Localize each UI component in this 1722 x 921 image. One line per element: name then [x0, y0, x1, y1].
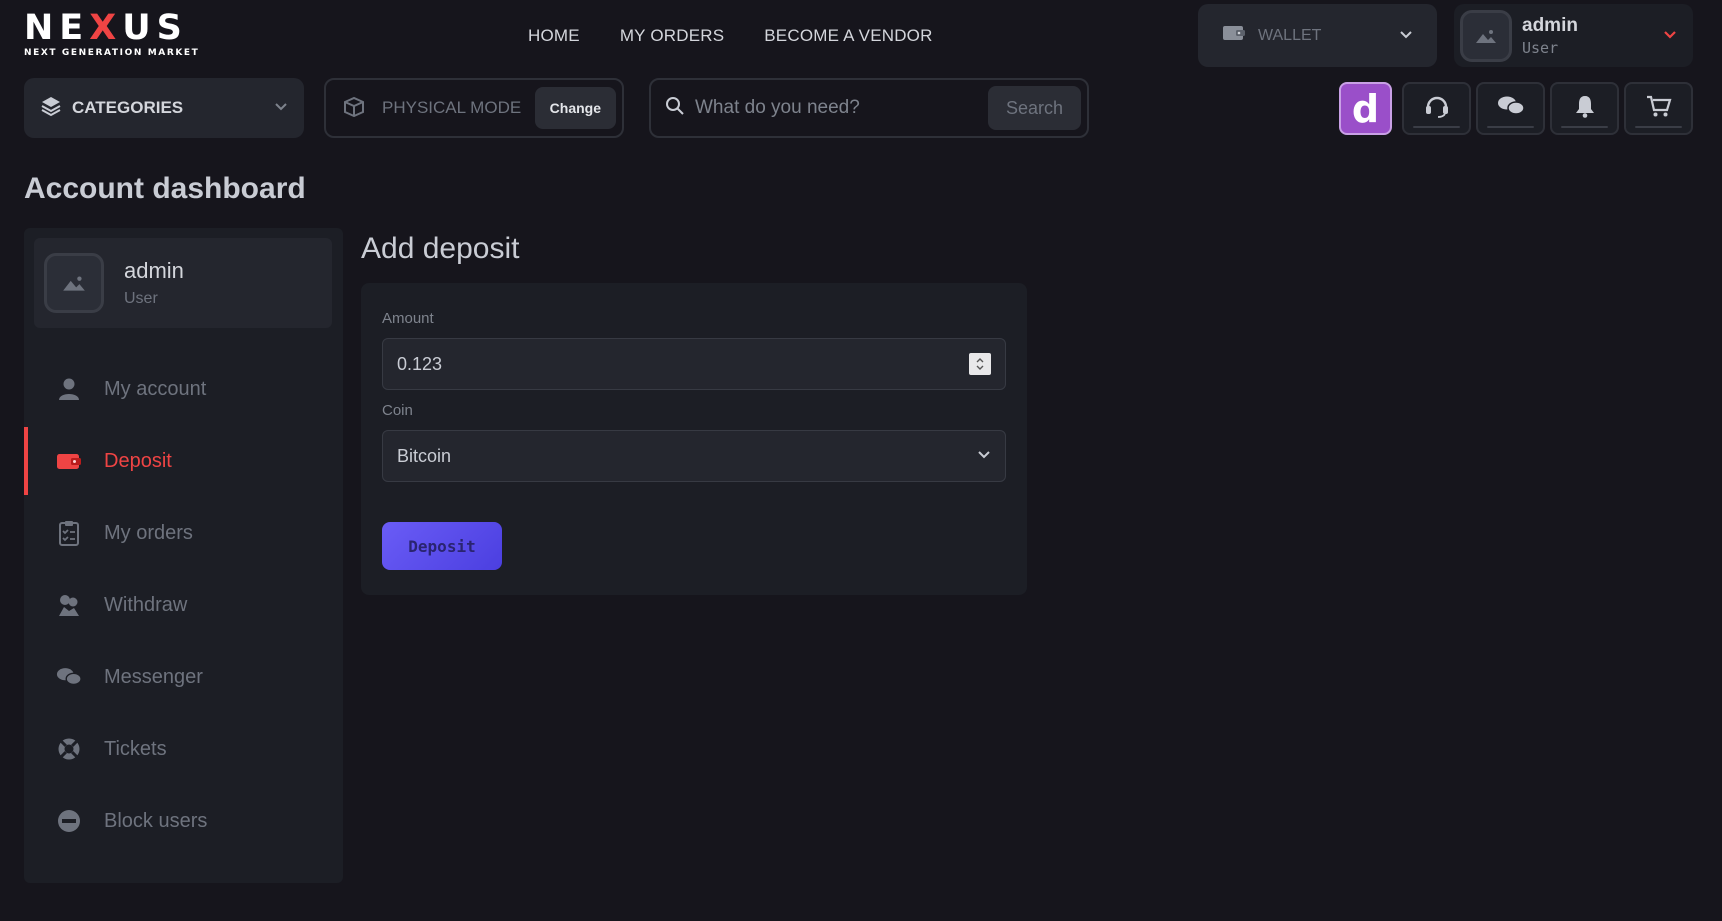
image-placeholder-icon — [63, 276, 85, 291]
sidebar-item-withdraw[interactable]: Withdraw — [24, 569, 343, 641]
amount-label: Amount — [382, 310, 434, 327]
sidebar-item-label: Messenger — [104, 665, 203, 688]
user-icon — [56, 376, 82, 402]
search-bar: Search — [649, 78, 1089, 138]
mode-label: PHYSICAL MODE — [382, 98, 522, 117]
coin-select[interactable]: Bitcoin — [382, 430, 1006, 482]
deposit-button[interactable]: Deposit — [382, 522, 502, 570]
sidebar-item-label: Tickets — [104, 737, 167, 760]
sidebar-profile: admin User — [34, 238, 332, 328]
logo[interactable]: NEXUS NEXT GENERATION MARKET — [24, 10, 229, 58]
sidebar-item-label: Withdraw — [104, 593, 188, 616]
coin-value: Bitcoin — [397, 445, 452, 466]
chat-icon — [1497, 95, 1525, 122]
avatar — [1460, 9, 1512, 62]
layers-icon — [40, 95, 62, 122]
user-menu[interactable]: admin User — [1454, 4, 1693, 67]
deposit-title: Add deposit — [361, 232, 520, 265]
support-button[interactable] — [1402, 82, 1471, 135]
sidebar-item-block-users[interactable]: Block users — [24, 785, 343, 857]
search-input[interactable] — [695, 97, 988, 119]
wallet-dropdown[interactable]: WALLET — [1198, 4, 1437, 67]
logo-tagline: NEXT GENERATION MARKET — [24, 48, 200, 58]
page-title: Account dashboard — [24, 172, 306, 205]
sidebar-item-my-orders[interactable]: My orders — [24, 497, 343, 569]
headset-icon — [1424, 94, 1450, 123]
amount-field[interactable]: 0.123 — [382, 338, 1006, 390]
notifications-button[interactable] — [1550, 82, 1619, 135]
chevron-down-icon — [1663, 27, 1677, 45]
messages-button[interactable] — [1476, 82, 1545, 135]
profile-name: admin — [124, 258, 184, 283]
logo-wordmark: NEXUS — [24, 8, 188, 48]
chevron-down-icon — [1399, 27, 1413, 45]
sidebar-item-tickets[interactable]: Tickets — [24, 713, 343, 785]
chevron-down-icon — [977, 447, 991, 465]
cart-button[interactable] — [1624, 82, 1693, 135]
deposit-form: Amount 0.123 Coin Bitcoin Deposit — [361, 283, 1027, 595]
chat-icon — [56, 664, 82, 690]
avatar — [44, 253, 104, 313]
user-name: admin — [1522, 14, 1578, 36]
profile-role: User — [124, 290, 158, 307]
cart-icon — [1646, 94, 1672, 123]
box-icon — [342, 95, 366, 122]
sidebar-item-messenger[interactable]: Messenger — [24, 641, 343, 713]
search-button[interactable]: Search — [988, 86, 1081, 130]
nav-become-vendor[interactable]: BECOME A VENDOR — [764, 26, 932, 46]
wallet-label: WALLET — [1258, 26, 1322, 44]
sidebar-menu: My account Deposit My orders Withdraw Me… — [24, 353, 343, 857]
number-spinner[interactable] — [969, 353, 991, 375]
coin-label: Coin — [382, 402, 413, 419]
d-logo-icon: d — [1351, 86, 1380, 131]
wallet-icon — [1222, 24, 1246, 47]
categories-label: CATEGORIES — [72, 98, 184, 117]
sidebar-item-label: My account — [104, 377, 207, 400]
clipboard-icon — [56, 520, 82, 546]
sidebar-item-label: Deposit — [104, 449, 172, 472]
sidebar-item-deposit[interactable]: Deposit — [24, 425, 343, 497]
user-role: User — [1522, 38, 1559, 57]
sidebar-item-label: Block users — [104, 809, 208, 832]
chevron-down-icon — [274, 99, 288, 117]
sidebar: admin User My account Deposit My orders — [24, 228, 343, 883]
amount-value: 0.123 — [397, 353, 443, 374]
block-icon — [56, 808, 82, 834]
image-placeholder-icon — [1476, 29, 1496, 43]
nav-my-orders[interactable]: MY ORDERS — [620, 26, 724, 46]
sidebar-item-label: My orders — [104, 521, 193, 544]
mode-selector: PHYSICAL MODE Change — [324, 78, 624, 138]
lifebuoy-icon — [56, 736, 82, 762]
sidebar-item-my-account[interactable]: My account — [24, 353, 343, 425]
categories-dropdown[interactable]: CATEGORIES — [24, 78, 304, 138]
search-icon — [665, 96, 685, 121]
nav-home[interactable]: HOME — [528, 26, 580, 46]
change-mode-button[interactable]: Change — [534, 87, 616, 129]
wallet-icon — [56, 448, 82, 474]
d-app-button[interactable]: d — [1339, 82, 1392, 135]
bell-icon — [1574, 94, 1596, 123]
top-nav: HOME MY ORDERS BECOME A VENDOR — [528, 26, 933, 46]
money-icon — [56, 592, 82, 618]
